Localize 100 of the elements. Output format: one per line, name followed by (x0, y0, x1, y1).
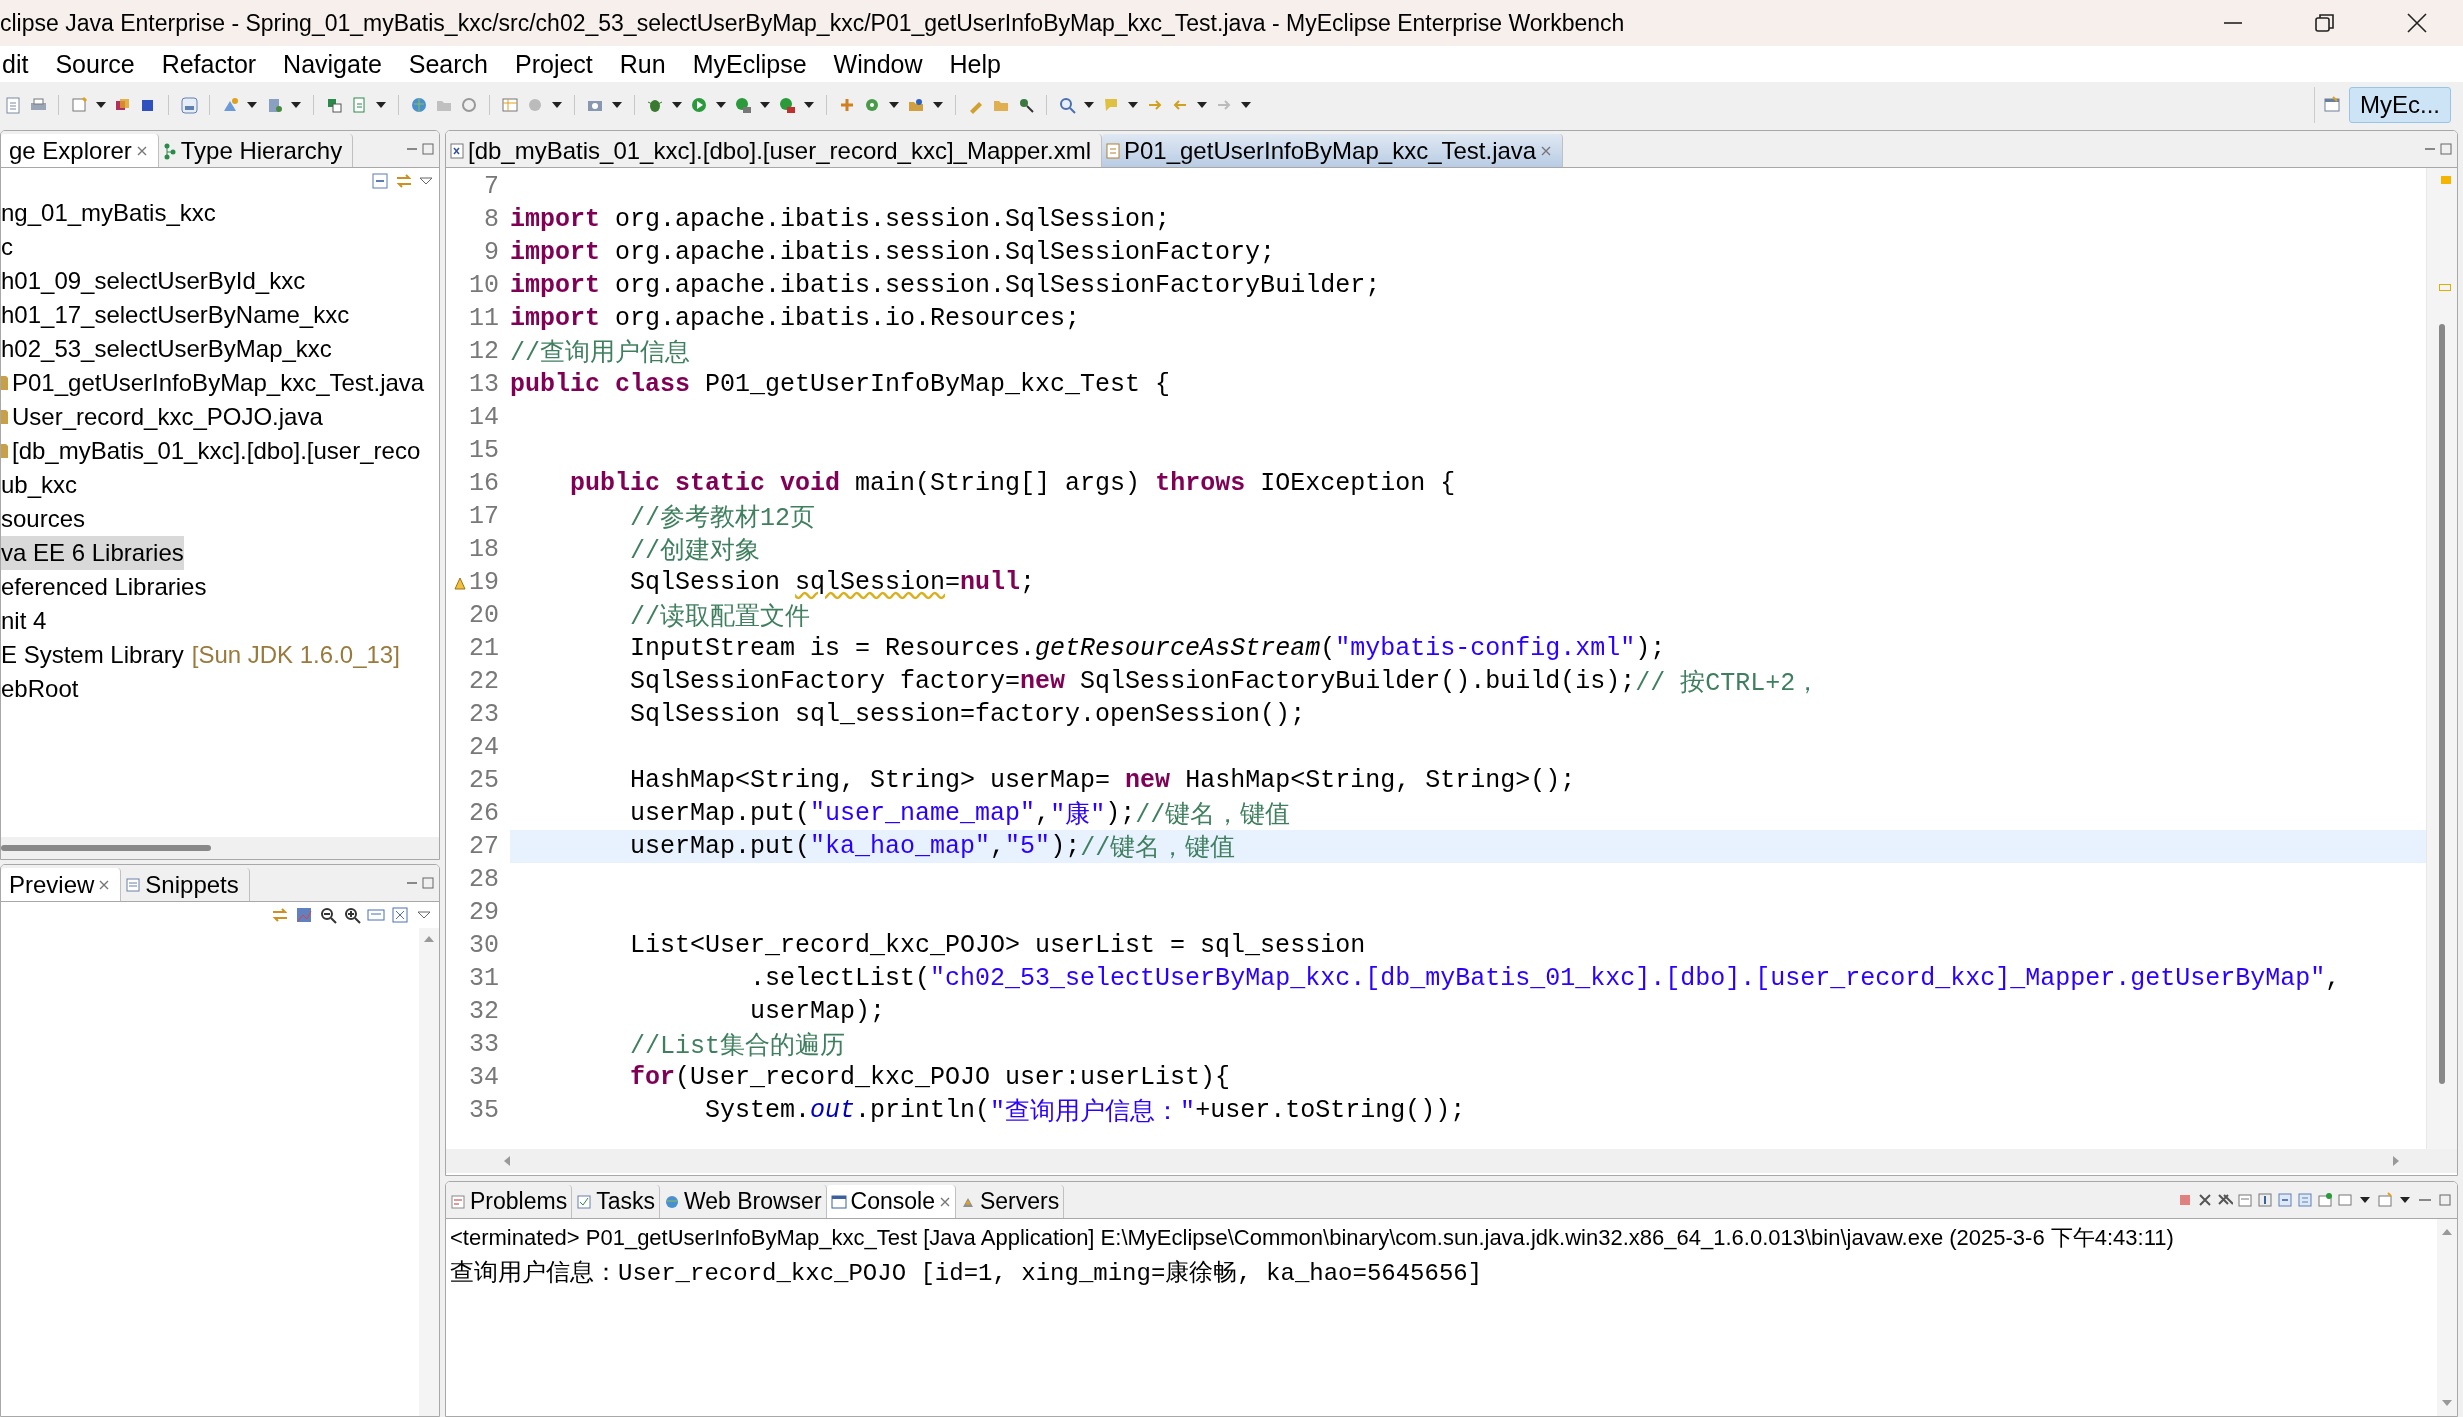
arrow-up-icon[interactable] (2441, 1227, 2453, 1237)
caret-icon[interactable] (759, 101, 771, 109)
menu-item[interactable]: Run (617, 49, 668, 79)
run-server-icon[interactable] (778, 96, 796, 114)
tab[interactable]: [db_myBatis_01_kxc].[dbo].[user_record_kxc]_Mapper.xml (446, 134, 1102, 167)
menu-item[interactable]: Search (406, 49, 490, 79)
view-menu-icon[interactable] (419, 176, 433, 186)
tree-item[interactable]: [db_myBatis_01_kxc].[dbo].[user_reco (1, 434, 421, 468)
tab[interactable]: Preview (1, 868, 122, 901)
close-icon[interactable] (98, 878, 111, 891)
zoom-out-icon[interactable] (319, 906, 337, 924)
tab[interactable]: ge Explorer (1, 134, 159, 167)
arrow-down-icon[interactable] (2441, 1398, 2453, 1408)
scrollbar[interactable] (419, 928, 439, 1416)
deploy-icon[interactable] (221, 96, 239, 114)
warning-marker[interactable] (2441, 176, 2451, 184)
caret-icon[interactable] (551, 101, 563, 109)
warning-marker[interactable] (2439, 284, 2451, 291)
menu-item[interactable]: Help (947, 49, 1003, 79)
caret-icon[interactable] (290, 101, 302, 109)
menu-item[interactable]: Project (513, 49, 595, 79)
menu-item[interactable]: Window (831, 49, 925, 79)
close-icon[interactable] (135, 144, 148, 157)
caret-icon[interactable] (1240, 101, 1252, 109)
caret-icon[interactable] (715, 101, 727, 109)
caret-icon[interactable] (803, 101, 815, 109)
tab[interactable]: Snippets (121, 868, 250, 901)
tab[interactable]: Web Browser (659, 1185, 827, 1218)
xml-file-icon[interactable] (450, 142, 464, 159)
tree-item[interactable]: eferenced Libraries (1, 570, 207, 604)
caret-icon[interactable] (611, 101, 623, 109)
tasks-icon[interactable] (576, 1193, 593, 1210)
tree-item[interactable]: User_record_kxc_POJO.java (1, 400, 323, 434)
maximize-icon[interactable] (2437, 1192, 2453, 1208)
file-icon[interactable] (1, 408, 8, 426)
problems-icon[interactable] (450, 1193, 466, 1210)
tree-item[interactable]: h02_53_selectUserByMap_kxc (1, 332, 332, 366)
scroll-lock-icon[interactable] (2257, 1192, 2273, 1208)
java-file-icon[interactable] (1105, 142, 1120, 159)
picture-frame-icon[interactable] (295, 906, 313, 924)
open-console-icon[interactable] (2317, 1192, 2333, 1208)
pin-console-icon[interactable] (2277, 1192, 2293, 1208)
close-icon[interactable] (1540, 144, 1553, 157)
tab[interactable]: Servers (955, 1185, 1065, 1218)
annotation-icon[interactable] (1102, 96, 1120, 114)
caret-icon[interactable] (246, 101, 258, 109)
menu-item[interactable]: MyEclipse (690, 49, 809, 79)
tab[interactable]: Console (826, 1185, 956, 1218)
tree-item[interactable]: va EE 6 Libraries (1, 536, 184, 570)
file-icon[interactable] (1, 374, 8, 392)
perspective-icon[interactable] (2323, 96, 2341, 114)
caret-icon[interactable] (1083, 101, 1095, 109)
tab[interactable]: P01_getUserInfoByMap_kxc_Test.java (1101, 134, 1564, 167)
caret-icon[interactable] (1196, 101, 1208, 109)
remove-icon[interactable] (2197, 1192, 2213, 1208)
scrollbar[interactable] (2437, 1219, 2457, 1416)
tree-item[interactable]: h01_09_selectUserById_kxc (1, 264, 306, 298)
open-type-icon[interactable] (907, 96, 925, 114)
search-icon[interactable] (1058, 96, 1076, 114)
caret-icon[interactable] (375, 101, 387, 109)
maximize-icon[interactable] (421, 877, 435, 889)
tree-item[interactable]: ng_01_myBatis_kxc (1, 196, 216, 230)
tree-item[interactable]: E System Library [Sun JDK 1.6.0_13] (1, 638, 400, 672)
tree-item[interactable]: nit 4 (1, 604, 47, 638)
fit-icon[interactable] (391, 906, 409, 924)
caret-icon[interactable] (1127, 101, 1139, 109)
sphere-icon[interactable] (526, 96, 544, 114)
snippet-icon[interactable] (125, 876, 142, 893)
tab[interactable]: Tasks (572, 1185, 660, 1218)
arrow-up-icon[interactable] (423, 934, 435, 944)
perspective-button[interactable]: MyEc... (2349, 87, 2451, 123)
link-arrows-icon[interactable] (271, 906, 289, 924)
menu-item[interactable]: Source (53, 49, 137, 79)
tab[interactable]: Problems (446, 1185, 573, 1218)
new-wizard-icon[interactable] (70, 96, 88, 114)
run-config-icon[interactable] (734, 96, 752, 114)
maximize-icon[interactable] (421, 143, 435, 155)
scrollbar[interactable] (446, 1149, 2457, 1173)
tree-item[interactable]: ub_kxc (1, 468, 78, 502)
caret-icon[interactable] (888, 101, 900, 109)
gear-icon[interactable] (863, 96, 881, 114)
file-icon[interactable] (1, 442, 8, 460)
console-icon[interactable] (830, 1193, 847, 1210)
tree-item[interactable]: ebRoot (1, 672, 79, 706)
tree-item[interactable]: h01_17_selectUserByName_kxc (1, 298, 350, 332)
globe-icon[interactable] (410, 96, 428, 114)
collapse-all-icon[interactable] (371, 172, 389, 190)
scrollbar[interactable] (2439, 324, 2445, 1084)
close-icon[interactable] (938, 1195, 951, 1208)
scrollbar[interactable] (1, 845, 211, 851)
sheet-icon[interactable] (350, 96, 368, 114)
menu-item[interactable]: Navigate (281, 49, 384, 79)
table-icon[interactable] (501, 96, 519, 114)
link-arrows-icon[interactable] (395, 172, 413, 190)
menu-item[interactable]: Refactor (159, 49, 259, 79)
zoom-in-icon[interactable] (343, 906, 361, 924)
caret-icon[interactable] (671, 101, 683, 109)
show-on-output-icon[interactable] (2297, 1192, 2313, 1208)
caret-icon[interactable] (932, 101, 944, 109)
run-icon[interactable] (690, 96, 708, 114)
